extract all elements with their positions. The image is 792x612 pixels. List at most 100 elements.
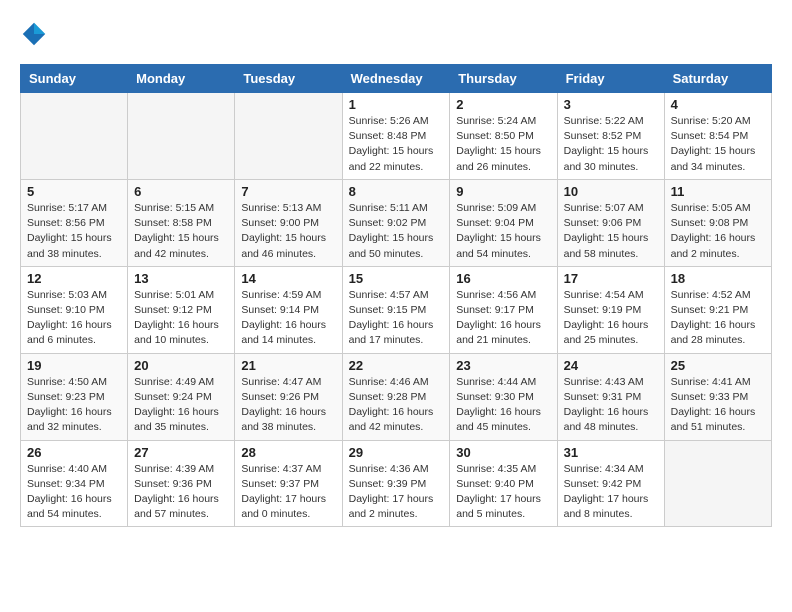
day-number: 10 — [564, 184, 658, 199]
calendar-cell: 16 Sunrise: 4:56 AM Sunset: 9:17 PM Dayli… — [450, 266, 557, 353]
calendar-header-saturday: Saturday — [664, 65, 771, 93]
calendar-cell: 12Sunrise: 5:03 AM Sunset: 9:10 PM Dayli… — [21, 266, 128, 353]
calendar-cell: 26 Sunrise: 4:40 AM Sunset: 9:34 PM Dayli… — [21, 440, 128, 527]
day-number: 21 — [241, 358, 335, 373]
day-number: 29 — [349, 445, 444, 460]
day-info: Sunrise: 5:22 AM Sunset: 8:52 PM Dayligh… — [564, 114, 658, 175]
calendar-cell: 8 Sunrise: 5:11 AM Sunset: 9:02 PM Daylig… — [342, 179, 450, 266]
calendar-cell: 20 Sunrise: 4:49 AM Sunset: 9:24 PM Dayli… — [128, 353, 235, 440]
day-info: Sunrise: 4:52 AM Sunset: 9:21 PM Dayligh… — [671, 288, 765, 349]
day-info: Sunrise: 4:34 AM Sunset: 9:42 PM Dayligh… — [564, 462, 658, 523]
day-number: 31 — [564, 445, 658, 460]
day-number: 16 — [456, 271, 550, 286]
day-info: Sunrise: 4:49 AM Sunset: 9:24 PM Dayligh… — [134, 375, 228, 436]
calendar-week-row: 1Sunrise: 5:26 AM Sunset: 8:48 PM Daylig… — [21, 93, 772, 180]
calendar-cell: 17 Sunrise: 4:54 AM Sunset: 9:19 PM Dayli… — [557, 266, 664, 353]
day-info: Sunrise: 5:20 AM Sunset: 8:54 PM Dayligh… — [671, 114, 765, 175]
day-info: Sunrise: 5:26 AM Sunset: 8:48 PM Dayligh… — [349, 114, 444, 175]
calendar-header-friday: Friday — [557, 65, 664, 93]
day-number: 20 — [134, 358, 228, 373]
calendar-cell: 21 Sunrise: 4:47 AM Sunset: 9:26 PM Dayli… — [235, 353, 342, 440]
calendar-week-row: 26 Sunrise: 4:40 AM Sunset: 9:34 PM Dayli… — [21, 440, 772, 527]
day-number: 22 — [349, 358, 444, 373]
calendar-cell — [664, 440, 771, 527]
day-info: Sunrise: 5:11 AM Sunset: 9:02 PM Dayligh… — [349, 201, 444, 262]
day-number: 18 — [671, 271, 765, 286]
calendar-cell: 15 Sunrise: 4:57 AM Sunset: 9:15 PM Dayli… — [342, 266, 450, 353]
calendar-cell: 11 Sunrise: 5:05 AM Sunset: 9:08 PM Dayli… — [664, 179, 771, 266]
calendar-cell: 1Sunrise: 5:26 AM Sunset: 8:48 PM Daylig… — [342, 93, 450, 180]
calendar-table: SundayMondayTuesdayWednesdayThursdayFrid… — [20, 64, 772, 527]
day-info: Sunrise: 4:57 AM Sunset: 9:15 PM Dayligh… — [349, 288, 444, 349]
day-info: Sunrise: 5:13 AM Sunset: 9:00 PM Dayligh… — [241, 201, 335, 262]
day-number: 27 — [134, 445, 228, 460]
calendar-cell — [128, 93, 235, 180]
day-info: Sunrise: 4:37 AM Sunset: 9:37 PM Dayligh… — [241, 462, 335, 523]
day-number: 13 — [134, 271, 228, 286]
day-number: 8 — [349, 184, 444, 199]
day-number: 24 — [564, 358, 658, 373]
day-number: 23 — [456, 358, 550, 373]
calendar-cell: 28 Sunrise: 4:37 AM Sunset: 9:37 PM Dayli… — [235, 440, 342, 527]
logo — [20, 20, 56, 48]
day-number: 11 — [671, 184, 765, 199]
day-number: 17 — [564, 271, 658, 286]
day-info: Sunrise: 5:09 AM Sunset: 9:04 PM Dayligh… — [456, 201, 550, 262]
calendar-cell — [21, 93, 128, 180]
day-info: Sunrise: 5:17 AM Sunset: 8:56 PM Dayligh… — [27, 201, 121, 262]
day-info: Sunrise: 4:56 AM Sunset: 9:17 PM Dayligh… — [456, 288, 550, 349]
calendar-cell: 7 Sunrise: 5:13 AM Sunset: 9:00 PM Daylig… — [235, 179, 342, 266]
logo-icon — [20, 20, 48, 48]
calendar-cell: 18 Sunrise: 4:52 AM Sunset: 9:21 PM Dayli… — [664, 266, 771, 353]
day-number: 2 — [456, 97, 550, 112]
day-number: 5 — [27, 184, 121, 199]
day-info: Sunrise: 4:36 AM Sunset: 9:39 PM Dayligh… — [349, 462, 444, 523]
day-number: 4 — [671, 97, 765, 112]
calendar-week-row: 19Sunrise: 4:50 AM Sunset: 9:23 PM Dayli… — [21, 353, 772, 440]
calendar-cell: 22Sunrise: 4:46 AM Sunset: 9:28 PM Dayli… — [342, 353, 450, 440]
day-info: Sunrise: 5:05 AM Sunset: 9:08 PM Dayligh… — [671, 201, 765, 262]
page-header — [20, 20, 772, 48]
calendar-cell — [235, 93, 342, 180]
calendar-cell: 27 Sunrise: 4:39 AM Sunset: 9:36 PM Dayli… — [128, 440, 235, 527]
calendar-cell: 3 Sunrise: 5:22 AM Sunset: 8:52 PM Daylig… — [557, 93, 664, 180]
day-info: Sunrise: 4:50 AM Sunset: 9:23 PM Dayligh… — [27, 375, 121, 436]
calendar-cell: 23 Sunrise: 4:44 AM Sunset: 9:30 PM Dayli… — [450, 353, 557, 440]
day-info: Sunrise: 4:35 AM Sunset: 9:40 PM Dayligh… — [456, 462, 550, 523]
calendar-week-row: 5 Sunrise: 5:17 AM Sunset: 8:56 PM Daylig… — [21, 179, 772, 266]
day-info: Sunrise: 4:44 AM Sunset: 9:30 PM Dayligh… — [456, 375, 550, 436]
day-info: Sunrise: 5:24 AM Sunset: 8:50 PM Dayligh… — [456, 114, 550, 175]
day-number: 30 — [456, 445, 550, 460]
day-info: Sunrise: 4:54 AM Sunset: 9:19 PM Dayligh… — [564, 288, 658, 349]
day-info: Sunrise: 4:59 AM Sunset: 9:14 PM Dayligh… — [241, 288, 335, 349]
day-number: 9 — [456, 184, 550, 199]
day-number: 28 — [241, 445, 335, 460]
calendar-cell: 29 Sunrise: 4:36 AM Sunset: 9:39 PM Dayli… — [342, 440, 450, 527]
day-number: 12 — [27, 271, 121, 286]
calendar-header-wednesday: Wednesday — [342, 65, 450, 93]
day-info: Sunrise: 4:39 AM Sunset: 9:36 PM Dayligh… — [134, 462, 228, 523]
calendar-week-row: 12Sunrise: 5:03 AM Sunset: 9:10 PM Dayli… — [21, 266, 772, 353]
calendar-header-thursday: Thursday — [450, 65, 557, 93]
calendar-cell: 9 Sunrise: 5:09 AM Sunset: 9:04 PM Daylig… — [450, 179, 557, 266]
calendar-header-monday: Monday — [128, 65, 235, 93]
calendar-cell: 4 Sunrise: 5:20 AM Sunset: 8:54 PM Daylig… — [664, 93, 771, 180]
day-number: 6 — [134, 184, 228, 199]
calendar-header-row: SundayMondayTuesdayWednesdayThursdayFrid… — [21, 65, 772, 93]
calendar-header-tuesday: Tuesday — [235, 65, 342, 93]
day-number: 7 — [241, 184, 335, 199]
day-number: 15 — [349, 271, 444, 286]
calendar-cell: 30 Sunrise: 4:35 AM Sunset: 9:40 PM Dayli… — [450, 440, 557, 527]
day-info: Sunrise: 5:01 AM Sunset: 9:12 PM Dayligh… — [134, 288, 228, 349]
day-number: 3 — [564, 97, 658, 112]
day-info: Sunrise: 4:41 AM Sunset: 9:33 PM Dayligh… — [671, 375, 765, 436]
day-number: 26 — [27, 445, 121, 460]
day-info: Sunrise: 4:40 AM Sunset: 9:34 PM Dayligh… — [27, 462, 121, 523]
calendar-cell: 25Sunrise: 4:41 AM Sunset: 9:33 PM Dayli… — [664, 353, 771, 440]
day-number: 14 — [241, 271, 335, 286]
day-info: Sunrise: 4:47 AM Sunset: 9:26 PM Dayligh… — [241, 375, 335, 436]
calendar-cell: 10Sunrise: 5:07 AM Sunset: 9:06 PM Dayli… — [557, 179, 664, 266]
day-info: Sunrise: 5:15 AM Sunset: 8:58 PM Dayligh… — [134, 201, 228, 262]
calendar-cell: 19Sunrise: 4:50 AM Sunset: 9:23 PM Dayli… — [21, 353, 128, 440]
calendar-header-sunday: Sunday — [21, 65, 128, 93]
